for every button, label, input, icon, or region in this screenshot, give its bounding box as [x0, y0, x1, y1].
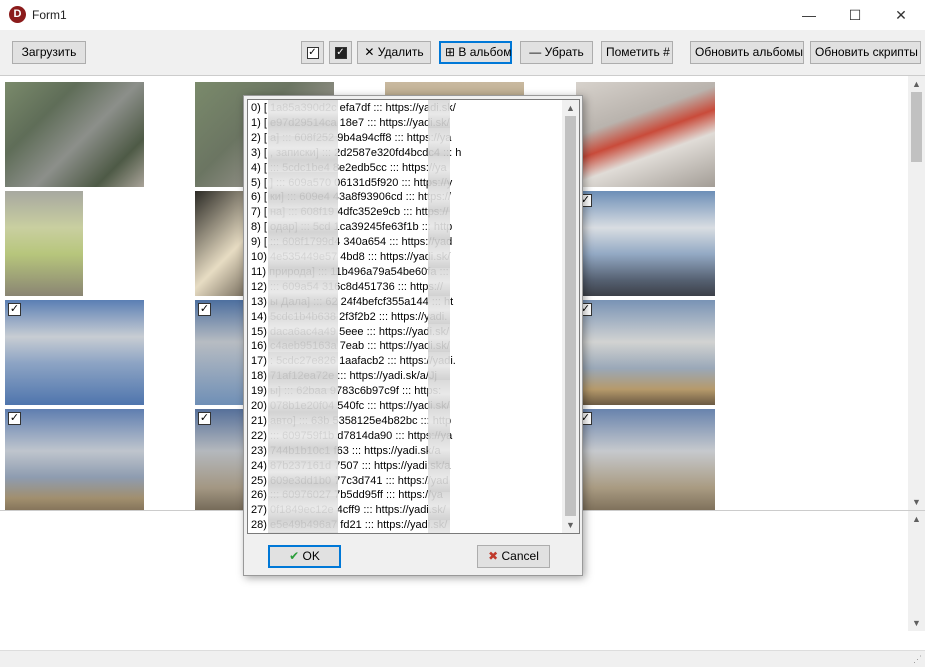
load-button[interactable]: Загрузить [12, 41, 86, 64]
remove-button[interactable]: — Убрать [520, 41, 593, 64]
checkbox-filled-icon: ✓ [334, 46, 347, 59]
checkbox-icon: ✓ [306, 46, 319, 59]
check-all-button[interactable]: ✓ [301, 41, 324, 64]
scroll-thumb[interactable] [565, 116, 576, 516]
album-select-dialog: 0) [ 1a85a390d2c efa7df ::: https://yadi… [243, 95, 583, 576]
cancel-label: Cancel [501, 549, 539, 563]
delete-button[interactable]: ✕ Удалить [357, 41, 431, 64]
scroll-thumb[interactable] [911, 92, 922, 162]
status-bar: ⋰ [0, 650, 925, 667]
close-button[interactable]: ✕ [878, 0, 924, 30]
check-dark-button[interactable]: ✓ [329, 41, 352, 64]
mark-button[interactable]: Пометить # [601, 41, 673, 64]
refresh-scripts-button[interactable]: Обновить скрипты [810, 41, 921, 64]
minimize-button[interactable]: — [786, 0, 832, 30]
ok-label: OK [302, 549, 320, 563]
maximize-button[interactable]: ☐ [832, 0, 878, 30]
scroll-up-icon[interactable]: ▲ [562, 100, 579, 116]
resize-grip-icon[interactable]: ⋰ [913, 654, 922, 665]
list-scrollbar[interactable]: ▲ ▼ [562, 100, 579, 533]
refresh-albums-button[interactable]: Обновить альбомы [690, 41, 804, 64]
scroll-up-icon[interactable]: ▲ [908, 511, 925, 527]
scroll-down-icon[interactable]: ▼ [908, 494, 925, 510]
cancel-button[interactable]: ✖ Cancel [477, 545, 550, 568]
to-album-button[interactable]: ⊞ В альбом [439, 41, 512, 64]
photo-thumbnail[interactable]: ✓ [576, 191, 715, 296]
photo-checkbox[interactable]: ✓ [8, 303, 21, 316]
photo-checkbox[interactable]: ✓ [198, 412, 211, 425]
photo-thumbnail[interactable]: ✓ [576, 409, 715, 510]
photo-checkbox[interactable]: ✓ [198, 303, 211, 316]
scroll-down-icon[interactable]: ▼ [908, 615, 925, 631]
redaction-block [268, 100, 338, 533]
photo-thumbnail[interactable]: ✓ [5, 409, 144, 510]
photo-thumbnail[interactable]: ✓ [5, 300, 144, 405]
memo-scrollbar[interactable]: ▲ ▼ [908, 511, 925, 631]
scroll-down-icon[interactable]: ▼ [562, 517, 579, 533]
photo-thumbnail[interactable] [5, 191, 83, 296]
photo-thumbnail[interactable] [576, 82, 715, 187]
title-bar: D Form1 — ☐ ✕ [0, 0, 925, 30]
check-icon: ✔ [289, 549, 300, 563]
toolbar: Загрузить ✓ ✓ ✕ Удалить ⊞ В альбом — Убр… [0, 30, 925, 75]
photo-checkbox[interactable]: ✓ [8, 412, 21, 425]
window-title: Form1 [32, 8, 67, 22]
gallery-scrollbar[interactable]: ▲ ▼ [908, 76, 925, 510]
photo-thumbnail[interactable]: ✓ [576, 300, 715, 405]
cancel-icon: ✖ [488, 549, 499, 563]
app-icon: D [9, 6, 26, 23]
scroll-up-icon[interactable]: ▲ [908, 76, 925, 92]
ok-button[interactable]: ✔ OK [268, 545, 341, 568]
album-listbox[interactable]: 0) [ 1a85a390d2c efa7df ::: https://yadi… [247, 99, 580, 534]
photo-thumbnail[interactable] [5, 82, 144, 187]
redaction-block [428, 100, 450, 533]
